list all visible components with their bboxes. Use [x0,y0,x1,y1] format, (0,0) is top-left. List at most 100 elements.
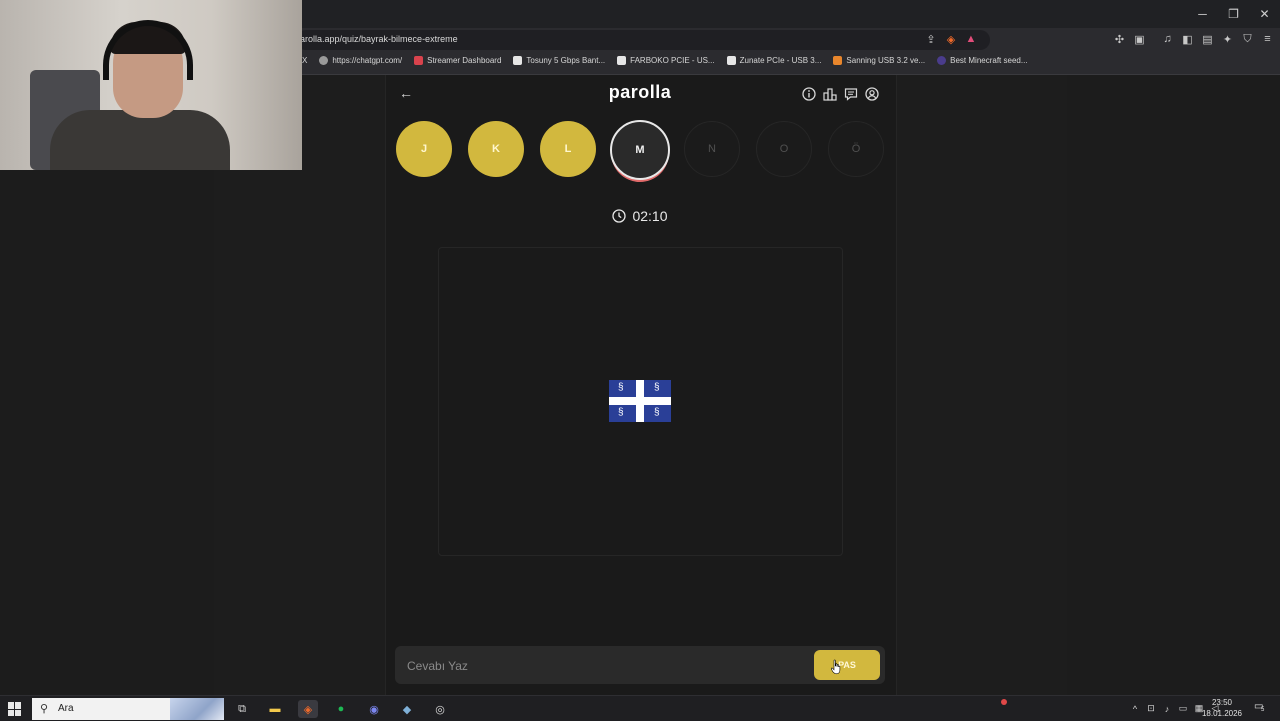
discord-notification-badge [1001,699,1007,705]
comments-icon[interactable] [843,86,859,102]
bookmark-label: X [302,56,308,65]
globe-icon [319,56,329,65]
bookmark-label: Best Minecraft seed... [950,56,1028,65]
app-logo[interactable]: parolla [560,82,720,103]
discord-icon[interactable]: ◉ [364,700,384,718]
letter-label: K [492,143,500,155]
hand-cursor-icon [831,659,841,675]
amazon-icon [726,56,736,65]
brave-browser-icon[interactable]: ◈ [298,700,318,718]
header-icons [801,86,880,102]
url-field[interactable]: arolla.app/quiz/bayrak-bilmece-extreme [296,30,990,50]
user-icon[interactable] [864,86,880,102]
search-highlight-image [170,698,224,720]
wallet-icon[interactable]: ▤ [1201,32,1214,46]
clock-time: 23:50 [1211,698,1232,707]
amazon-icon [513,56,523,65]
letter-label: Ö [851,143,861,155]
letter-circle-o: O [756,121,812,177]
letter-label: M [635,144,645,156]
streamer-icon [414,56,424,65]
martinique-flag-image: § § § § [609,380,671,422]
window-controls: ─ ❐ ✕ [1187,0,1280,28]
webcam-person-body [50,110,230,170]
file-explorer-icon[interactable]: ▬ [265,700,285,718]
bookmark-item[interactable]: X [302,56,307,65]
clock-date: 18.01.2026 [1201,709,1242,718]
notification-icon[interactable]: ▭ 5 [1254,701,1268,715]
spotify-icon[interactable]: ● [331,700,351,718]
answer-bar: PAS [395,646,885,684]
snake-icon: § [618,382,624,393]
bookmark-label: FARBOKO PCIE - US... [630,56,715,65]
letter-circle-n: N [684,121,740,177]
letter-circle-m-current: M [610,120,670,180]
taskbar-clock[interactable]: 23:50 18.01.2026 [1202,697,1242,719]
bookmark-item[interactable]: Sanning USB 3.2 ve... [833,56,925,65]
share-icon[interactable]: ⇪ [924,32,938,46]
bookmark-item[interactable]: Best Minecraft seed... [937,56,1028,65]
menu-icon[interactable]: ≡ [1261,32,1274,46]
timer: 02:10 [560,208,720,224]
brave-rewards-icon[interactable]: ▲ [964,32,978,46]
sidebar-icon[interactable]: ◧ [1181,32,1194,46]
notification-count: 5 [1261,707,1265,713]
address-bar-icons: ⇪ ◈ ▲ [924,32,978,46]
minecraft-icon [937,56,947,65]
bookmark-item[interactable]: Zunate PCIe - USB 3... [726,56,822,65]
bookmark-label: Tosuny 5 Gbps Bant... [526,56,606,65]
restore-button[interactable]: ❐ [1218,0,1249,28]
search-icon: ⚲ [40,703,49,715]
vpn-icon[interactable]: ⛉ [1241,32,1254,46]
bookmark-item[interactable]: FARBOKO PCIE - US... [617,56,715,65]
windows-start-icon[interactable] [8,702,22,716]
answer-input[interactable] [405,655,789,677]
bookmark-item[interactable]: Streamer Dashboard [414,56,501,65]
minimize-button[interactable]: ─ [1187,0,1218,28]
bookmark-label: Sanning USB 3.2 ve... [846,56,926,65]
windows-taskbar: ⚲ Ara ⧉ ▬ ◈ ● ◉ ◆ ◎ ^ ⊡ ♪ ▭ ▦ ◁ 23:50 18… [0,695,1280,721]
microphone-icon[interactable]: ♪ [1162,703,1172,714]
taskbar-search[interactable]: ⚲ Ara [32,698,224,720]
url-text: arolla.app/quiz/bayrak-bilmece-extreme [300,34,458,44]
search-label: Ara [58,703,74,714]
letter-circle-k: K [468,121,524,177]
chevron-up-icon[interactable]: ^ [1130,703,1140,714]
task-view-icon[interactable]: ⧉ [232,700,252,718]
pass-button[interactable]: PAS [814,650,880,680]
bookmark-list: X https://chatgpt.com/ Streamer Dashboar… [302,56,1028,65]
hepsiburada-icon [833,56,843,65]
media-icon[interactable]: ♫ [1161,32,1174,46]
brave-shield-icon[interactable]: ◈ [944,32,958,46]
timer-value: 02:10 [632,208,668,224]
back-arrow-icon[interactable]: ← [399,86,413,100]
info-icon[interactable] [801,86,817,102]
letter-circle-l: L [540,121,596,177]
letter-label: L [564,143,572,155]
toolbar-icons: ✣ ▣ ♫ ◧ ▤ ✦ ⛉ ≡ [1113,32,1274,46]
usb-icon[interactable]: ⊡ [1146,703,1156,714]
snake-icon: § [654,382,660,393]
snake-icon: § [618,407,624,418]
display-icon[interactable]: ▭ [1178,703,1188,714]
screenshot-icon[interactable]: ▣ [1133,32,1146,46]
clock-icon [612,209,627,223]
webcam-overlay [0,0,302,170]
obs-icon[interactable]: ◎ [430,700,450,718]
amazon-icon [617,56,627,65]
snake-icon: § [654,407,660,418]
leo-ai-icon[interactable]: ✦ [1221,32,1234,46]
letter-circle-j: J [396,121,452,177]
bookmark-label: Zunate PCIe - USB 3... [739,56,822,65]
taskbar-apps: ⧉ ▬ ◈ ● ◉ ◆ ◎ [232,700,450,718]
extensions-icon[interactable]: ✣ [1113,32,1126,46]
close-button[interactable]: ✕ [1249,0,1280,28]
leaderboard-icon[interactable] [822,86,838,102]
bookmark-label: Streamer Dashboard [427,56,502,65]
bookmark-item[interactable]: https://chatgpt.com/ [319,56,402,65]
bookmark-label: https://chatgpt.com/ [332,56,403,65]
bookmark-item[interactable]: Tosuny 5 Gbps Bant... [513,56,605,65]
letter-circle-o-umlaut: Ö [828,121,884,177]
letter-label: J [420,143,428,155]
app-icon[interactable]: ◆ [397,700,417,718]
